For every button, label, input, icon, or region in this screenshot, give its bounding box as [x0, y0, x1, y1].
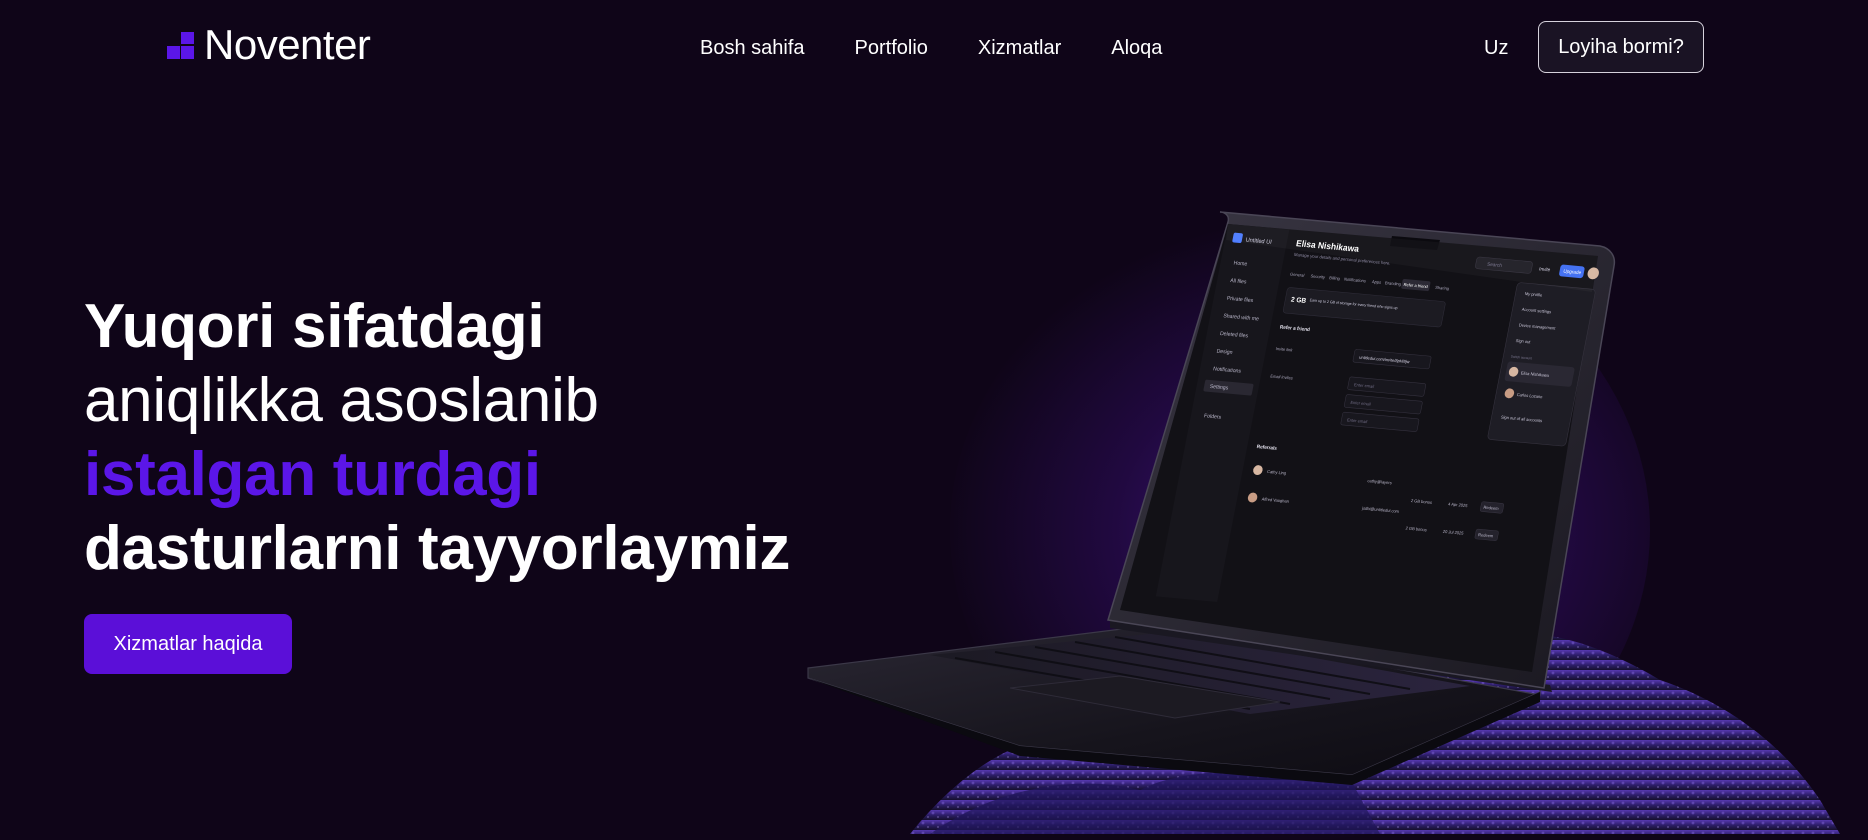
svg-text:Billing: Billing: [1329, 275, 1341, 281]
project-cta-button[interactable]: Loyiha bormi?: [1538, 21, 1704, 73]
nav-item-home[interactable]: Bosh sahifa: [700, 36, 805, 60]
services-button[interactable]: Xizmatlar haqida: [84, 614, 292, 674]
screen-sidebar-item: Home: [1233, 260, 1248, 267]
nav-item-contact[interactable]: Aloqa: [1111, 36, 1162, 60]
brand-logo[interactable]: Noventer: [164, 21, 371, 68]
brand-name: Noventer: [204, 21, 371, 68]
hero-heading: Yuqori sifatdagi aniqlikka asoslanib ist…: [84, 290, 790, 586]
main-nav: Bosh sahifa Portfolio Xizmatlar Aloqa: [700, 36, 1162, 60]
hero-line-4: dasturlarni tayyorlaymiz: [84, 514, 791, 583]
svg-text:2 GB: 2 GB: [1290, 296, 1307, 304]
hero-line-1: Yuqori sifatdagi: [84, 292, 545, 361]
site-header: Noventer Bosh sahifa Portfolio Xizmatlar…: [0, 0, 1868, 96]
hero-line-3: istalgan turdagi: [84, 440, 541, 509]
nav-item-portfolio[interactable]: Portfolio: [855, 36, 928, 60]
logo-mark-icon: [164, 27, 196, 63]
language-switcher[interactable]: Uz: [1484, 36, 1508, 60]
laptop-art: Untitled UI Home All files Private files…: [807, 211, 1840, 834]
laptop-illustration: Untitled UI Home All files Private files…: [780, 200, 1868, 834]
svg-text:Apps: Apps: [1372, 279, 1382, 285]
nav-item-services[interactable]: Xizmatlar: [978, 36, 1061, 60]
hero-line-2: aniqlikka asoslanib: [84, 366, 599, 435]
